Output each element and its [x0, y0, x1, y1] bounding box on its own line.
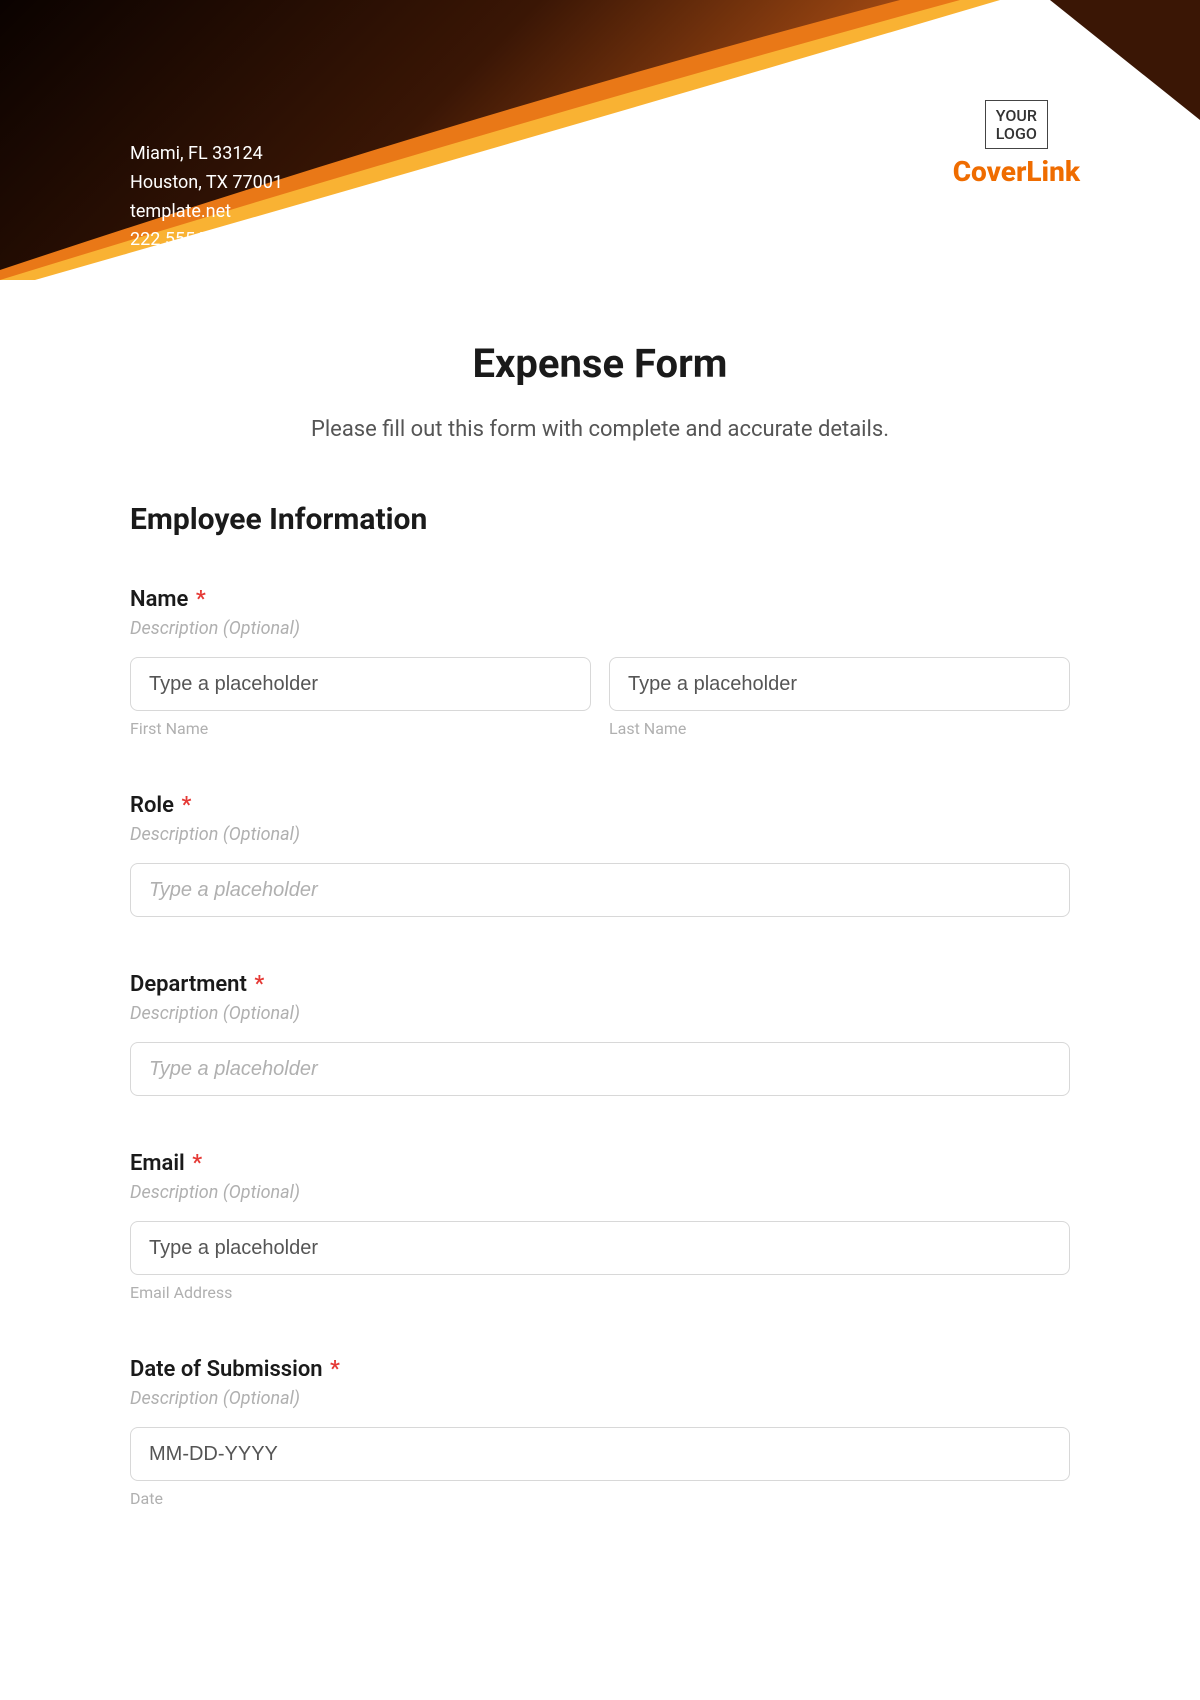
phone: 222 555 777: [130, 226, 283, 255]
field-email: Email * Description (Optional) Email Add…: [130, 1151, 1070, 1302]
label-role-text: Role: [130, 793, 174, 818]
address-line-2: Houston, TX 77001: [130, 169, 283, 198]
desc-name: Description (Optional): [130, 618, 1070, 639]
required-mark: *: [181, 793, 191, 818]
logo-line-2: LOGO: [996, 125, 1037, 143]
desc-role: Description (Optional): [130, 824, 1070, 845]
field-department: Department * Description (Optional): [130, 972, 1070, 1096]
first-name-input[interactable]: [130, 657, 591, 711]
section-employee-info: Employee Information: [130, 502, 1070, 537]
first-name-sublabel: First Name: [130, 719, 591, 738]
required-mark: *: [192, 1151, 202, 1176]
desc-date: Description (Optional): [130, 1388, 1070, 1409]
last-name-sublabel: Last Name: [609, 719, 1070, 738]
department-input[interactable]: [130, 1042, 1070, 1096]
field-role: Role * Description (Optional): [130, 793, 1070, 917]
field-name: Name * Description (Optional) First Name…: [130, 587, 1070, 738]
label-department-text: Department: [130, 972, 247, 997]
page-title: Expense Form: [130, 340, 1070, 387]
last-name-input[interactable]: [609, 657, 1070, 711]
form-content: Expense Form Please fill out this form w…: [0, 280, 1200, 1603]
desc-department: Description (Optional): [130, 1003, 1070, 1024]
label-name-text: Name: [130, 587, 188, 612]
label-department: Department *: [130, 972, 1070, 997]
logo-block: YOUR LOGO CoverLink: [953, 100, 1080, 188]
page-subtitle: Please fill out this form with complete …: [130, 417, 1070, 442]
label-email: Email *: [130, 1151, 1070, 1176]
label-date: Date of Submission *: [130, 1357, 1070, 1382]
role-input[interactable]: [130, 863, 1070, 917]
logo-placeholder: YOUR LOGO: [985, 100, 1048, 149]
label-date-text: Date of Submission: [130, 1357, 323, 1382]
address-line-1: Miami, FL 33124: [130, 140, 283, 169]
desc-email: Description (Optional): [130, 1182, 1070, 1203]
label-email-text: Email: [130, 1151, 185, 1176]
brand-name: CoverLink: [953, 155, 1080, 188]
email-sublabel: Email Address: [130, 1283, 1070, 1302]
required-mark: *: [196, 587, 206, 612]
email-input[interactable]: [130, 1221, 1070, 1275]
field-date: Date of Submission * Description (Option…: [130, 1357, 1070, 1508]
website: template.net: [130, 198, 283, 227]
date-sublabel: Date: [130, 1489, 1070, 1508]
date-input[interactable]: [130, 1427, 1070, 1481]
label-role: Role *: [130, 793, 1070, 818]
label-name: Name *: [130, 587, 1070, 612]
header-contact-info: Miami, FL 33124 Houston, TX 77001 templa…: [130, 140, 283, 255]
logo-line-1: YOUR: [996, 107, 1037, 125]
header-banner: Miami, FL 33124 Houston, TX 77001 templa…: [0, 0, 1200, 280]
required-mark: *: [254, 972, 264, 997]
required-mark: *: [330, 1357, 340, 1382]
